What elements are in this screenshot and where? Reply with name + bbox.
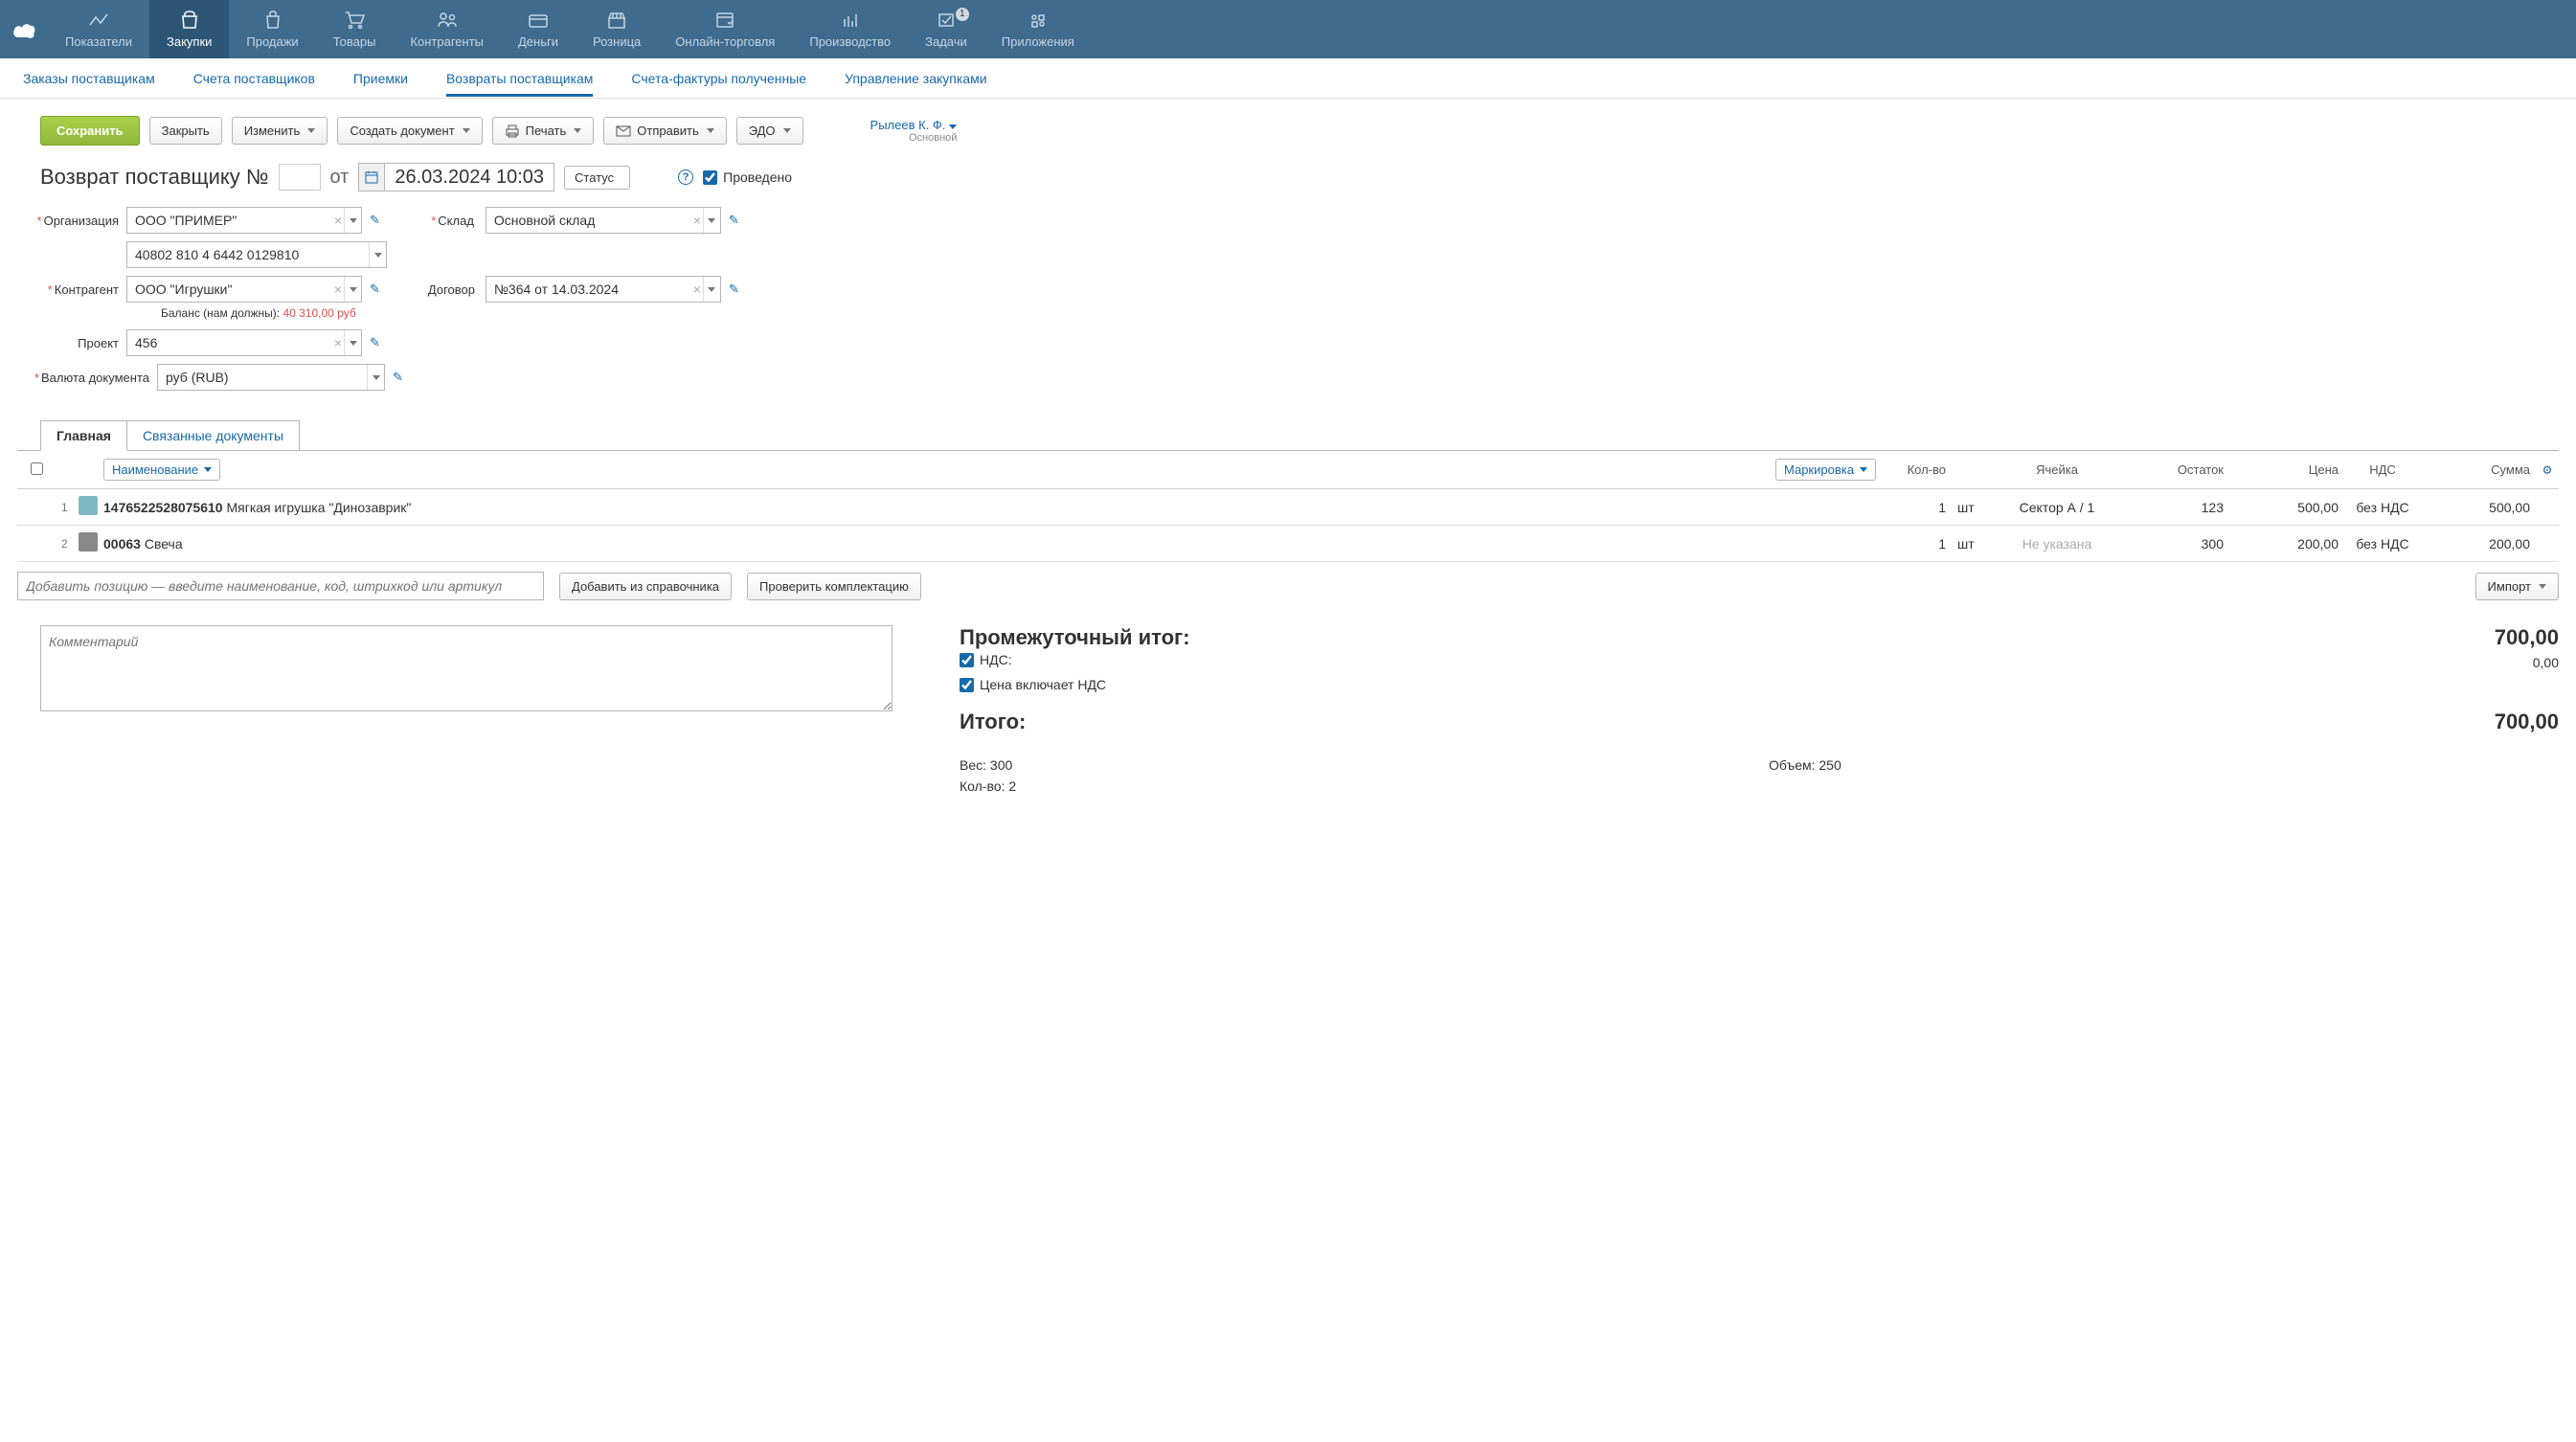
mark-header-dropdown[interactable]: Маркировка <box>1775 459 1876 481</box>
currency-select[interactable]: руб (RUB) <box>157 364 385 391</box>
save-button[interactable]: Сохранить <box>40 116 140 146</box>
col-qty: Кол-во <box>1875 462 1952 477</box>
edit-icon[interactable]: ✎ <box>370 282 380 297</box>
price-incl-vat-checkbox[interactable]: Цена включает НДС <box>960 677 2559 692</box>
subtotal-label: Промежуточный итог: <box>960 625 1190 650</box>
weight-text: Вес: 300 <box>960 757 1750 773</box>
volume-text: Объем: 250 <box>1769 757 2559 773</box>
sub-nav: Заказы поставщикам Счета поставщиков При… <box>0 58 2576 99</box>
items-table: Наименование Маркировка Кол-во Ячейка Ос… <box>17 450 2559 562</box>
nav-counterparties[interactable]: Контрагенты <box>393 0 501 58</box>
warehouse-select[interactable]: Основной склад× <box>486 207 721 234</box>
calendar-icon <box>359 164 385 191</box>
toolbar: Сохранить Закрыть Изменить Создать докум… <box>0 99 2576 157</box>
col-vat: НДС <box>2344 462 2421 477</box>
help-icon[interactable]: ? <box>678 169 693 185</box>
col-stock: Остаток <box>2124 462 2229 477</box>
clear-icon[interactable]: × <box>332 213 344 228</box>
col-cell: Ячейка <box>1990 462 2124 477</box>
clear-icon[interactable]: × <box>332 282 344 297</box>
nav-purchases[interactable]: Закупки <box>149 0 229 58</box>
select-all-checkbox[interactable] <box>31 462 43 475</box>
col-price: Цена <box>2229 462 2344 477</box>
clear-icon[interactable]: × <box>691 213 703 228</box>
mail-icon <box>616 125 631 137</box>
subnav-facturas[interactable]: Счета-фактуры полученные <box>631 61 806 96</box>
add-row: Добавить из справочника Проверить компле… <box>17 562 2559 610</box>
gear-icon[interactable]: ⚙ <box>2542 463 2553 477</box>
edo-button[interactable]: ЭДО <box>736 117 803 145</box>
title-row: Возврат поставщику № от 26.03.2024 10:03… <box>0 157 2576 207</box>
org-select[interactable]: ООО "ПРИМЕР"× <box>126 207 362 234</box>
nav-money[interactable]: Деньги <box>501 0 576 58</box>
counterparty-selector[interactable]: Рылеев К. Ф. Основной <box>870 118 958 144</box>
clear-icon[interactable]: × <box>332 335 344 350</box>
clear-icon[interactable]: × <box>691 282 703 297</box>
nav-goods[interactable]: Товары <box>316 0 394 58</box>
nav-ecommerce[interactable]: Онлайн-торговля <box>658 0 792 58</box>
close-button[interactable]: Закрыть <box>149 117 222 145</box>
print-icon <box>505 124 520 138</box>
from-label: от <box>330 167 350 189</box>
status-button[interactable]: Статус <box>564 166 630 190</box>
edit-button[interactable]: Изменить <box>232 117 328 145</box>
name-header-dropdown[interactable]: Наименование <box>103 459 220 481</box>
project-select[interactable]: 456× <box>126 329 362 356</box>
subnav-manage[interactable]: Управление закупками <box>845 61 986 96</box>
bottom-section: Промежуточный итог: 700,00 НДС: 0,00 Цена… <box>40 625 2559 794</box>
qty-text: Кол-во: 2 <box>960 778 1750 794</box>
doc-number-input[interactable] <box>279 164 321 191</box>
nav-tasks[interactable]: 1Задачи <box>908 0 984 58</box>
subnav-returns[interactable]: Возвраты поставщикам <box>446 61 593 96</box>
tab-related[interactable]: Связанные документы <box>127 420 300 451</box>
import-button[interactable]: Импорт <box>2475 573 2559 600</box>
print-button[interactable]: Печать <box>492 117 595 145</box>
balance-text: Баланс (нам должны): 40 310,00 руб <box>161 306 2553 320</box>
form: *Организация ООО "ПРИМЕР"× ✎ *Склад Осно… <box>0 207 2576 408</box>
item-thumbnail <box>79 496 98 515</box>
nav-sales[interactable]: Продажи <box>229 0 315 58</box>
top-nav: Показатели Закупки Продажи Товары Контра… <box>0 0 2576 58</box>
total-label: Итого: <box>960 710 1026 734</box>
edit-icon[interactable]: ✎ <box>370 335 380 350</box>
comment-textarea[interactable] <box>40 625 893 711</box>
table-row[interactable]: 2 00063 Свеча 1 шт Не указана 300 200,00… <box>17 526 2559 562</box>
col-sum: Сумма <box>2421 462 2536 477</box>
subnav-orders[interactable]: Заказы поставщикам <box>23 61 155 96</box>
tab-main[interactable]: Главная <box>40 420 127 451</box>
nav-indicators[interactable]: Показатели <box>48 0 149 58</box>
contract-select[interactable]: №364 от 14.03.2024× <box>486 276 721 303</box>
nav-production[interactable]: Производство <box>792 0 908 58</box>
doc-tabs: Главная Связанные документы <box>40 419 2576 450</box>
processed-checkbox[interactable]: Проведено <box>703 169 792 185</box>
edit-icon[interactable]: ✎ <box>393 370 403 385</box>
edit-icon[interactable]: ✎ <box>729 213 739 228</box>
vat-checkbox[interactable]: НДС: <box>960 652 1012 667</box>
totals: Промежуточный итог: 700,00 НДС: 0,00 Цена… <box>960 625 2559 794</box>
tasks-badge: 1 <box>956 8 969 21</box>
check-kit-button[interactable]: Проверить комплектацию <box>747 573 921 600</box>
total-value: 700,00 <box>2495 710 2559 734</box>
date-picker[interactable]: 26.03.2024 10:03 <box>358 163 554 192</box>
subtotal-value: 700,00 <box>2495 625 2559 650</box>
logo[interactable] <box>0 0 48 58</box>
edit-icon[interactable]: ✎ <box>370 213 380 228</box>
table-row[interactable]: 1 1476522528075610 Мягкая игрушка "Диноз… <box>17 489 2559 526</box>
item-thumbnail <box>79 532 98 552</box>
add-item-input[interactable] <box>17 572 544 600</box>
add-from-dir-button[interactable]: Добавить из справочника <box>559 573 732 600</box>
subnav-receipts[interactable]: Приемки <box>353 61 408 96</box>
nav-retail[interactable]: Розница <box>576 0 658 58</box>
nav-apps[interactable]: Приложения <box>984 0 1092 58</box>
contragent-select[interactable]: ООО "Игрушки"× <box>126 276 362 303</box>
send-button[interactable]: Отправить <box>603 117 726 145</box>
vat-value: 0,00 <box>2533 655 2559 670</box>
subnav-invoices[interactable]: Счета поставщиков <box>193 61 315 96</box>
edit-icon[interactable]: ✎ <box>729 282 739 297</box>
account-select[interactable]: 40802 810 4 6442 0129810 <box>126 241 387 268</box>
create-doc-button[interactable]: Создать документ <box>337 117 482 145</box>
doc-title: Возврат поставщику № <box>40 165 269 190</box>
